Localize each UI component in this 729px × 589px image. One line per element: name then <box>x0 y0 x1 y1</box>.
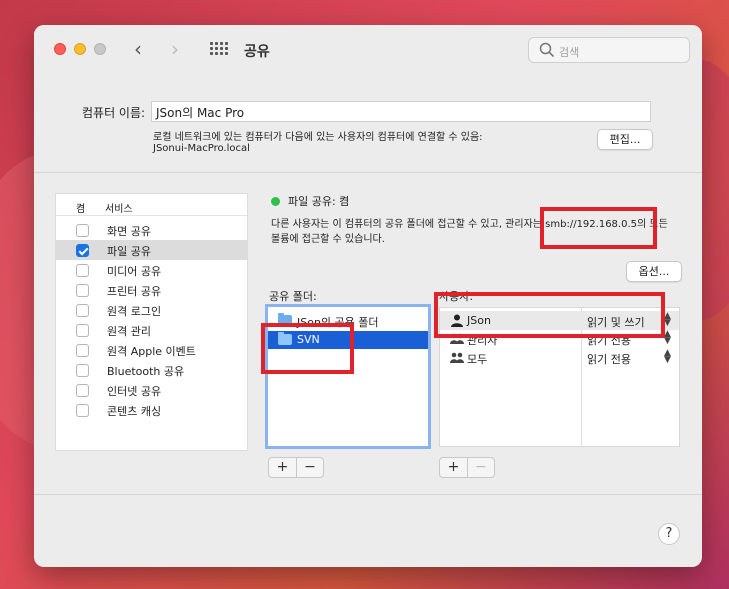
options-button[interactable]: 옵션... <box>626 261 682 282</box>
annotation-box <box>540 207 657 249</box>
divider <box>34 494 702 495</box>
service-status: 파일 공유: 켬 <box>288 195 350 208</box>
service-row-printer-sharing[interactable]: 프린터 공유 <box>56 280 247 300</box>
service-checkbox[interactable] <box>76 224 89 237</box>
user-permission[interactable]: 읽기 전용 <box>587 351 631 367</box>
permission-stepper-icon[interactable]: ▲ ▼ <box>664 330 671 346</box>
service-checkbox[interactable] <box>76 264 89 277</box>
folders-add-remove-control: + − <box>268 457 324 478</box>
service-row-remote-management[interactable]: 원격 관리 <box>56 320 247 340</box>
local-network-description: 로컬 네트워크에 있는 컴퓨터가 다음에 있는 사용자의 컴퓨터에 연결할 수 … <box>153 132 483 143</box>
service-checkbox[interactable] <box>76 324 89 337</box>
service-label: 프린터 공유 <box>107 285 162 298</box>
services-list: 켬 서비스 화면 공유 파일 공유 미디어 공유 프린터 공유 원격 로그인 원… <box>55 193 248 451</box>
search-input[interactable]: 검색 <box>528 37 690 63</box>
show-all-grid-icon[interactable] <box>210 42 228 56</box>
service-checkbox[interactable] <box>76 384 89 397</box>
shared-folders-label: 공유 폴더: <box>269 290 317 303</box>
group-icon <box>450 352 464 363</box>
service-label: 원격 관리 <box>107 325 151 338</box>
service-row-screen-sharing[interactable]: 화면 공유 <box>56 220 247 240</box>
permission-stepper-icon[interactable]: ▲ ▼ <box>664 349 671 365</box>
service-checkbox[interactable] <box>76 304 89 317</box>
forward-chevron-icon[interactable]: › <box>171 38 179 60</box>
service-label: 화면 공유 <box>107 225 151 238</box>
service-row-internet-sharing[interactable]: 인터넷 공유 <box>56 380 247 400</box>
users-add-remove-control: + − <box>439 457 495 478</box>
service-row-file-sharing[interactable]: 파일 공유 <box>56 240 247 260</box>
service-checkbox[interactable] <box>76 344 89 357</box>
search-placeholder: 검색 <box>559 46 580 59</box>
services-list-header: 켬 서비스 <box>56 194 247 216</box>
service-checkbox[interactable] <box>76 244 89 257</box>
service-label: 미디어 공유 <box>107 265 162 278</box>
local-hostname: JSonui-MacPro.local <box>153 143 250 154</box>
service-checkbox[interactable] <box>76 364 89 377</box>
status-indicator-icon <box>271 197 280 206</box>
remove-folder-button[interactable]: − <box>296 458 323 477</box>
service-row-remote-apple-events[interactable]: 원격 Apple 이벤트 <box>56 340 247 360</box>
close-window-button[interactable] <box>54 43 66 55</box>
service-row-bluetooth-sharing[interactable]: Bluetooth 공유 <box>56 360 247 380</box>
remove-user-button[interactable]: − <box>467 458 494 477</box>
permission-stepper-icon[interactable]: ▲ ▼ <box>664 312 671 328</box>
add-folder-button[interactable]: + <box>269 458 296 477</box>
service-checkbox[interactable] <box>76 284 89 297</box>
minimize-window-button[interactable] <box>74 43 86 55</box>
add-user-button[interactable]: + <box>440 458 467 477</box>
column-service-header: 서비스 <box>105 204 133 215</box>
search-icon <box>539 42 555 58</box>
computer-name-label: 컴퓨터 이름: <box>82 106 146 120</box>
service-label: 인터넷 공유 <box>107 385 162 398</box>
user-name: 모두 <box>467 353 488 366</box>
service-label: 파일 공유 <box>107 245 151 258</box>
annotation-box <box>261 323 354 374</box>
titlebar: ‹ › 공유 검색 <box>34 25 702 77</box>
back-chevron-icon[interactable]: ‹ <box>134 38 142 60</box>
zoom-window-button[interactable] <box>94 43 106 55</box>
edit-button[interactable]: 편집... <box>597 129 653 150</box>
computer-name-field[interactable]: JSon의 Mac Pro <box>151 101 651 122</box>
service-checkbox[interactable] <box>76 404 89 417</box>
service-row-content-caching[interactable]: 콘텐츠 캐싱 <box>56 400 247 420</box>
column-on-header: 켬 <box>76 204 86 215</box>
annotation-box <box>434 292 665 338</box>
service-row-remote-login[interactable]: 원격 로그인 <box>56 300 247 320</box>
user-row[interactable]: 모두 읽기 전용 ▲ ▼ <box>440 348 679 367</box>
window-title: 공유 <box>244 44 270 60</box>
service-label: 원격 Apple 이벤트 <box>107 345 196 358</box>
service-row-media-sharing[interactable]: 미디어 공유 <box>56 260 247 280</box>
service-label: Bluetooth 공유 <box>107 365 185 378</box>
service-label: 원격 로그인 <box>107 305 162 318</box>
service-label: 콘텐츠 캐싱 <box>107 405 162 418</box>
help-button[interactable]: ? <box>658 523 680 545</box>
divider <box>34 172 702 173</box>
